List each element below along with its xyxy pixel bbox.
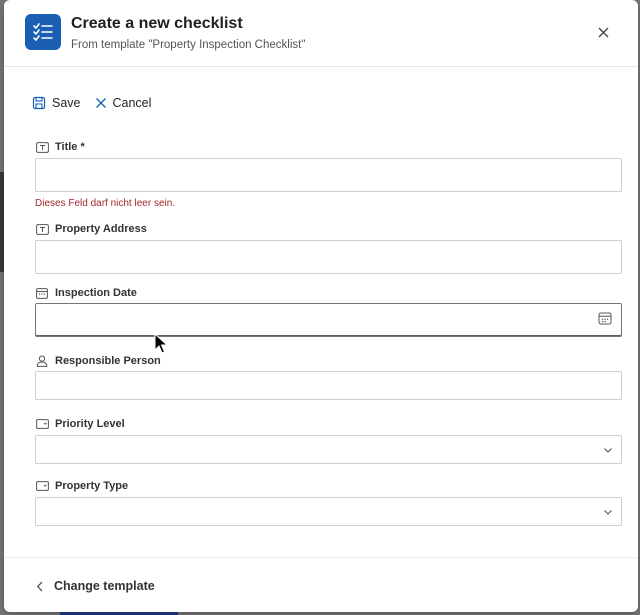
change-template-button[interactable]: Change template <box>36 579 155 593</box>
choice-field-icon <box>35 417 49 431</box>
cancel-label: Cancel <box>112 96 152 110</box>
responsible-person-input[interactable] <box>35 371 622 400</box>
create-checklist-dialog: Create a new checklist From template "Pr… <box>4 0 638 612</box>
close-button[interactable] <box>592 21 614 43</box>
close-icon <box>598 27 608 37</box>
save-label: Save <box>52 96 81 110</box>
calendar-icon <box>35 286 49 300</box>
person-icon <box>35 354 49 368</box>
inspection-date-input[interactable] <box>35 303 622 337</box>
title-input[interactable] <box>35 158 622 192</box>
chevron-down-icon[interactable] <box>603 507 613 517</box>
priority-level-dropdown[interactable] <box>35 435 622 464</box>
property-type-dropdown[interactable] <box>35 497 622 526</box>
property-address-input[interactable] <box>35 240 622 274</box>
priority-level-label: Priority Level <box>35 417 125 431</box>
dialog-footer: Change template <box>4 557 638 612</box>
chevron-down-icon[interactable] <box>603 445 613 455</box>
cancel-icon <box>95 98 106 108</box>
save-icon <box>32 96 46 110</box>
title-field-label: Title * <box>35 140 85 154</box>
property-type-label: Property Type <box>35 479 128 493</box>
dialog-header: Create a new checklist From template "Pr… <box>4 0 638 67</box>
responsible-person-label: Responsible Person <box>35 354 161 368</box>
save-button[interactable]: Save <box>32 96 81 110</box>
chevron-left-icon <box>36 581 43 591</box>
choice-field-icon <box>35 479 49 493</box>
change-template-label: Change template <box>54 579 155 593</box>
mouse-pointer-icon <box>154 333 168 354</box>
property-address-label: Property Address <box>35 222 147 236</box>
dialog-title: Create a new checklist <box>71 15 243 32</box>
text-field-icon <box>35 222 49 236</box>
text-field-icon <box>35 140 49 154</box>
dialog-subtitle: From template "Property Inspection Check… <box>71 39 306 51</box>
command-bar: Save Cancel <box>32 93 165 113</box>
inspection-date-label: Inspection Date <box>35 286 137 300</box>
checklist-icon <box>25 14 61 50</box>
cancel-button[interactable]: Cancel <box>95 96 152 110</box>
title-error-message: Dieses Feld darf nicht leer sein. <box>35 198 176 209</box>
date-picker-calendar-icon[interactable] <box>598 311 612 325</box>
